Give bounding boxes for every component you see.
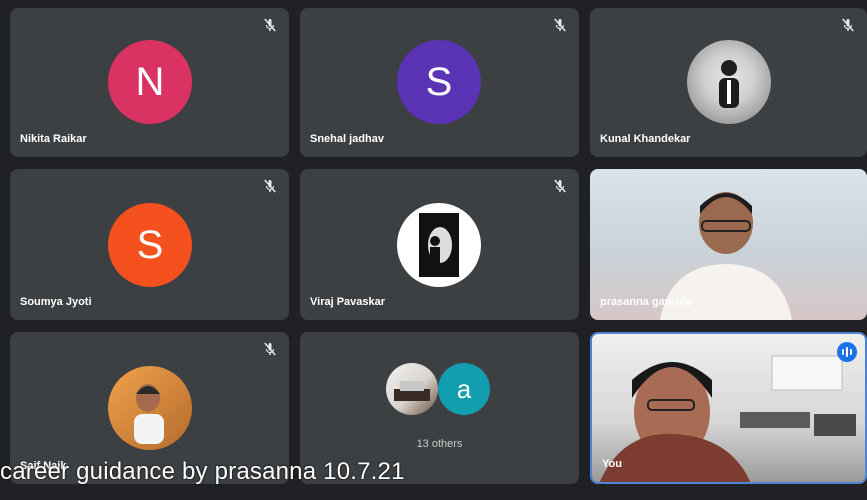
person-photo-icon bbox=[719, 60, 739, 108]
avatar-photo bbox=[687, 40, 771, 124]
participant-tile-self[interactable]: You bbox=[590, 332, 867, 484]
participant-name: You bbox=[602, 458, 622, 470]
self-video bbox=[592, 334, 865, 482]
speaking-indicator-icon bbox=[837, 342, 857, 362]
participant-name: Viraj Pavaskar bbox=[310, 296, 386, 308]
participant-tile-viraj[interactable]: Viraj Pavaskar bbox=[300, 169, 579, 320]
avatar-initial: S bbox=[425, 59, 453, 104]
avatar: S bbox=[108, 203, 192, 287]
participant-tile-nikita[interactable]: N Nikita Raikar bbox=[10, 8, 289, 157]
mic-off-icon bbox=[554, 18, 566, 32]
mic-off-icon bbox=[264, 18, 276, 32]
participant-tile-kunal[interactable]: Kunal Khandekar bbox=[590, 8, 867, 157]
avatar: N bbox=[108, 40, 192, 124]
participant-name: prasanna gawade bbox=[600, 296, 693, 308]
avatar-initial: a bbox=[456, 373, 472, 404]
avatar-initial: S bbox=[136, 222, 164, 267]
avatar-photo bbox=[108, 366, 192, 450]
participant-name: Nikita Raikar bbox=[20, 133, 87, 145]
participant-tile-prasanna[interactable]: prasanna gawade bbox=[590, 169, 867, 320]
participant-tile-soumya[interactable]: S Soumya Jyoti bbox=[10, 169, 289, 320]
others-count: 13 others bbox=[416, 438, 463, 450]
participant-tile-snehal[interactable]: S Snehal jadhav bbox=[300, 8, 579, 157]
person-video-icon bbox=[599, 355, 856, 482]
participant-name: Kunal Khandekar bbox=[600, 133, 691, 145]
participant-name: Snehal jadhav bbox=[310, 133, 384, 145]
avatar: a bbox=[438, 363, 490, 415]
person-photo-icon bbox=[134, 384, 164, 444]
avatar-photo bbox=[397, 203, 481, 287]
others-avatar-photo bbox=[386, 363, 438, 415]
meeting-grid: N Nikita Raikar S Snehal jadhav Kunal Kh… bbox=[0, 0, 867, 500]
person-photo-icon bbox=[394, 381, 430, 401]
silhouette-photo-icon bbox=[419, 213, 459, 277]
mic-off-icon bbox=[842, 18, 854, 32]
video-caption: career guidance by prasanna 10.7.21 bbox=[0, 458, 405, 485]
mic-off-icon bbox=[264, 342, 276, 356]
participant-name: Soumya Jyoti bbox=[20, 296, 92, 308]
mic-off-icon bbox=[554, 179, 566, 193]
mic-off-icon bbox=[264, 179, 276, 193]
avatar-initial: N bbox=[135, 59, 165, 104]
avatar: S bbox=[397, 40, 481, 124]
